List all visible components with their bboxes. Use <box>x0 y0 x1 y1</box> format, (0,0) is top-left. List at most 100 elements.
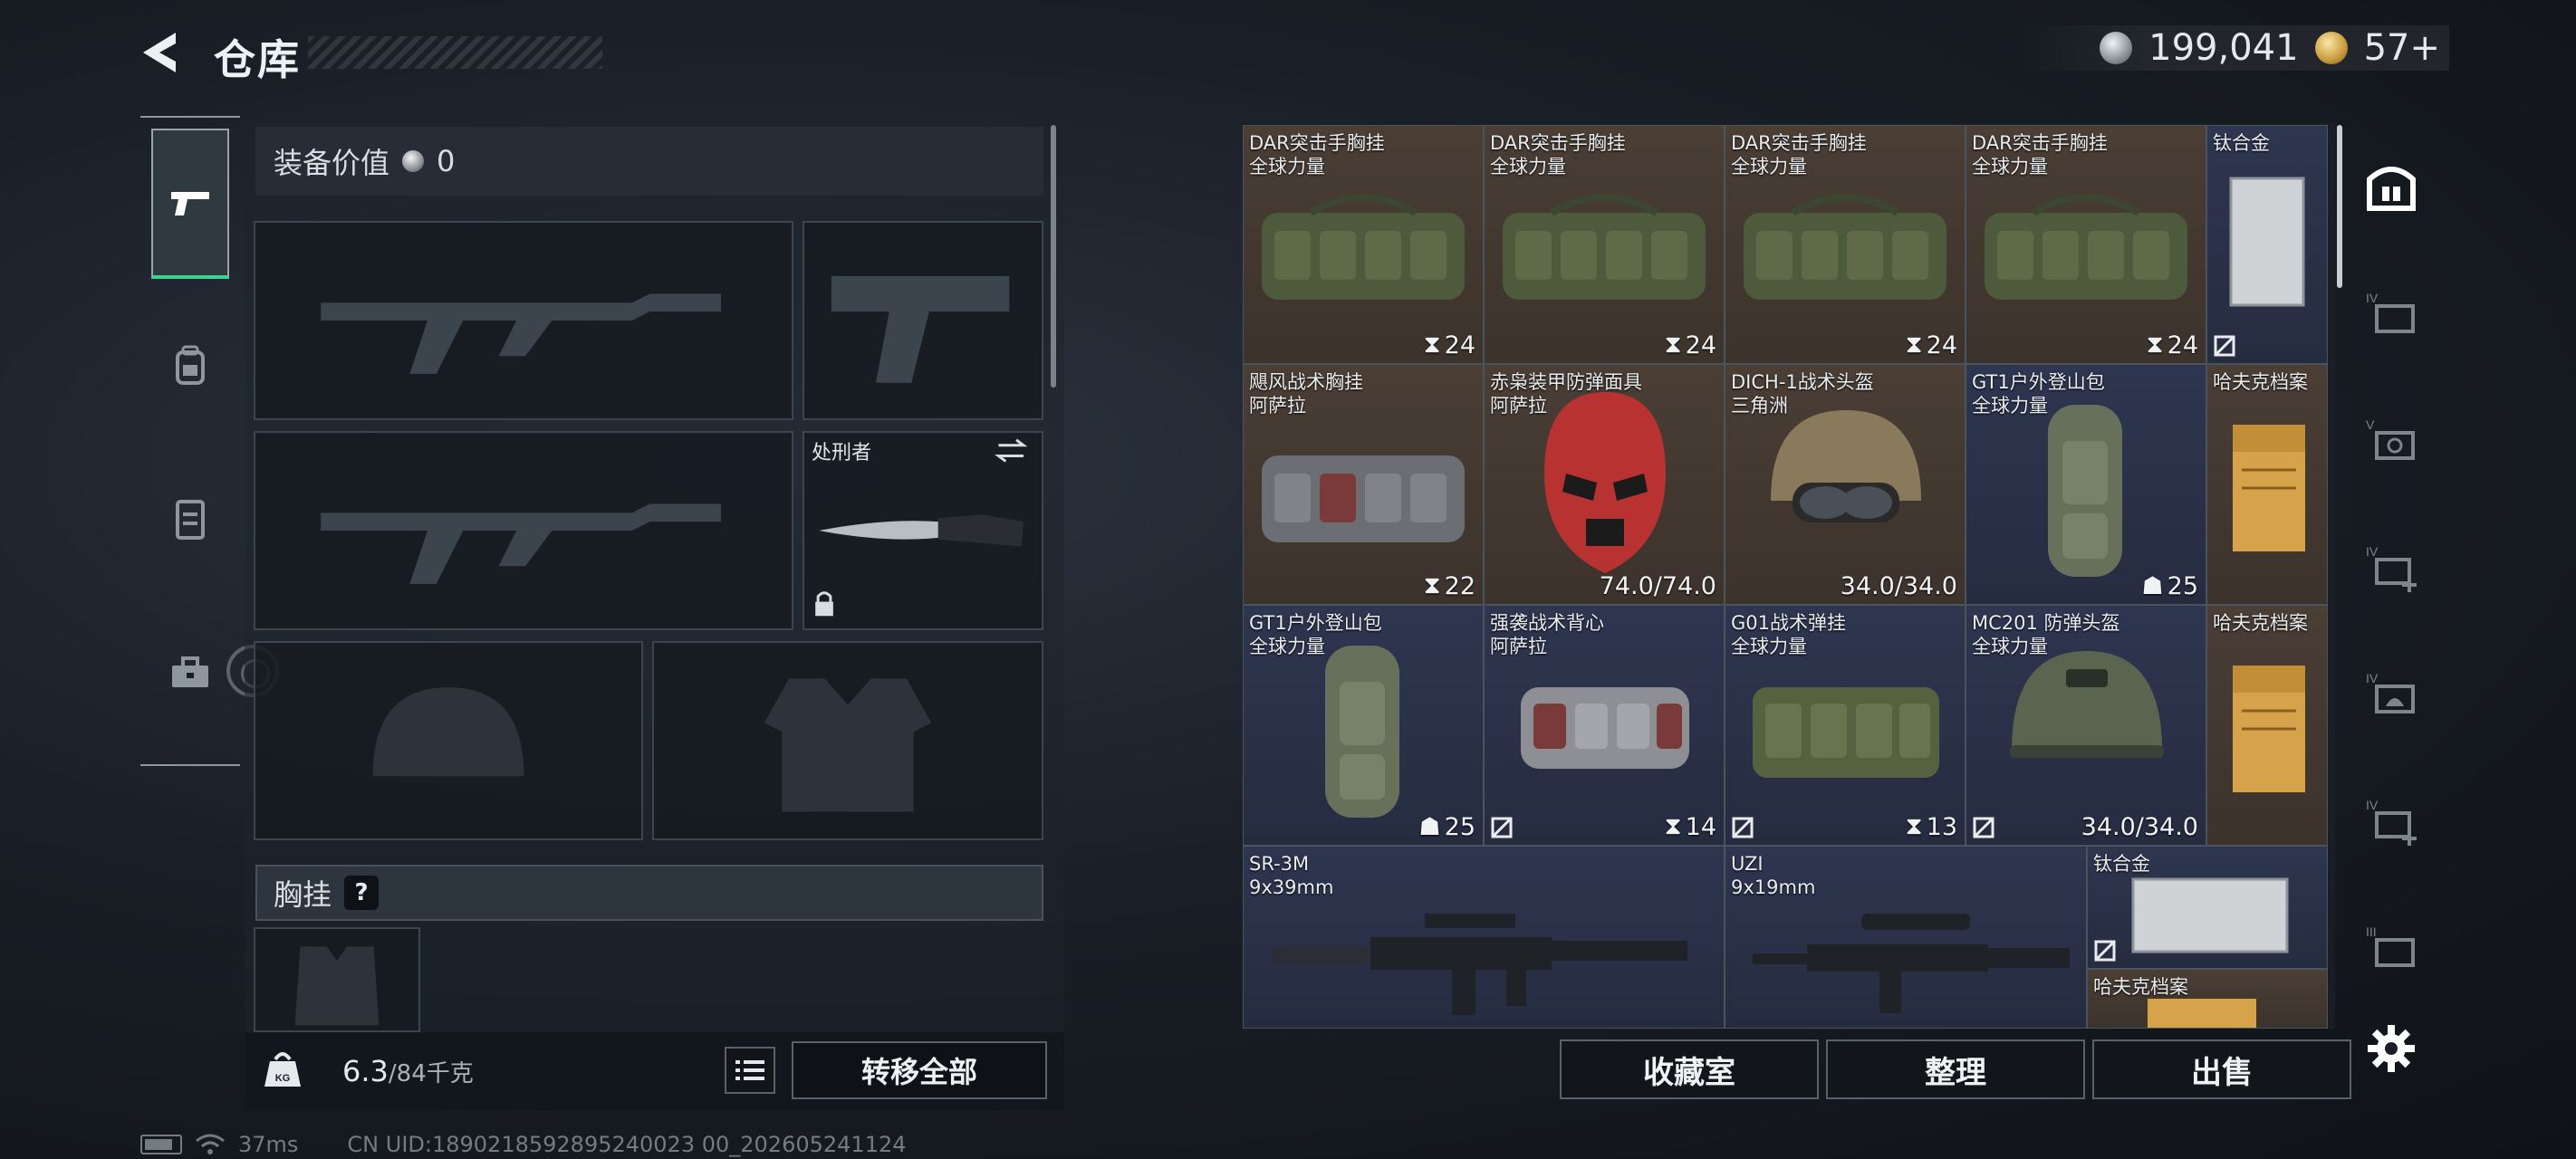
tier-iv-add-icon: IV <box>2366 544 2417 592</box>
weight-max: /84千克 <box>388 1060 474 1087</box>
item-cell[interactable]: 钛合金 <box>2206 125 2328 364</box>
item-durability: 74.0/74.0 <box>1599 572 1716 600</box>
transfer-all-button[interactable]: 转移全部 <box>792 1041 1047 1099</box>
status-bar: 37ms CN UID:1890218592895240023 00_20260… <box>140 1132 907 1157</box>
tier-iv-case-icon: IV <box>2366 291 2415 333</box>
capacity-icon: ⧗ <box>1423 571 1441 599</box>
item-name: DAR突击手胸挂 <box>1731 132 1867 154</box>
item-cell[interactable]: DAR突击手胸挂 全球力量 ⧗ 24 <box>1966 125 2206 364</box>
item-count: 24 <box>1685 330 1716 359</box>
tier-iv-helmet-icon: IV <box>2366 671 2415 714</box>
item-faction: 全球力量 <box>1249 636 1325 657</box>
item-name: DAR突击手胸挂 <box>1490 132 1626 154</box>
item-faction: 阿萨拉 <box>1249 395 1306 417</box>
tab-all[interactable] <box>2364 159 2418 214</box>
tab-storage-iii[interactable]: III <box>2364 920 2418 974</box>
category-nav <box>140 116 240 766</box>
capacity-icon: ⧗ <box>1664 330 1682 359</box>
smg-uzi-icon <box>1753 914 2070 1013</box>
item-name: SR-3M <box>1249 853 1310 875</box>
nav-weapons[interactable] <box>151 129 229 279</box>
vest-icon <box>176 500 205 540</box>
gold-balance[interactable]: 57+ <box>2364 27 2440 69</box>
list-view-button[interactable] <box>725 1047 775 1094</box>
item-cell[interactable]: MC201 防弹头盔 全球力量 34.0/34.0 <box>1966 605 2206 846</box>
item-faction: 阿萨拉 <box>1490 395 1547 417</box>
nav-tools[interactable] <box>151 598 229 748</box>
tab-storage-iv-a[interactable]: IV <box>2364 286 2418 340</box>
svg-text:IV: IV <box>2366 291 2379 305</box>
chest-rig-bag-icon <box>1262 194 1465 300</box>
helmet-slot[interactable] <box>254 641 643 840</box>
chest-rig-header: 胸挂 ? <box>255 865 1043 921</box>
titanium-plate-icon <box>2131 877 2289 953</box>
help-icon[interactable]: ? <box>344 876 380 910</box>
item-name: 强袭战术背心 <box>1490 612 1604 634</box>
no-pickup-icon <box>1973 817 1994 838</box>
weight-current: 6.3 <box>342 1054 389 1088</box>
item-name: DAR突击手胸挂 <box>1972 132 2108 154</box>
home-icon <box>2367 167 2416 211</box>
item-cell[interactable]: DICH-1战术头盔 三角洲 34.0/34.0 <box>1725 364 1966 605</box>
back-button[interactable] <box>136 25 190 80</box>
item-cell[interactable]: 哈夫克档案 <box>2206 364 2328 605</box>
sell-button[interactable]: 出售 <box>2092 1039 2351 1099</box>
item-name: GT1户外登山包 <box>1249 612 1382 634</box>
secondary-weapon-slot[interactable] <box>254 431 793 630</box>
equipment-value-amount: 0 <box>437 144 456 178</box>
collection-room-button[interactable]: 收藏室 <box>1560 1039 1819 1099</box>
item-cell[interactable]: UZI 9x19mm <box>1725 846 2087 1029</box>
item-cell[interactable]: 哈夫克档案 <box>2087 969 2328 1029</box>
chest-rig-bag-icon <box>1503 194 1706 300</box>
item-cell[interactable]: DAR突击手胸挂 全球力量 ⧗ 24 <box>1484 125 1725 364</box>
nav-backpack[interactable] <box>151 290 229 440</box>
equipment-scrollbar[interactable] <box>1051 125 1056 388</box>
list-icon <box>735 1060 764 1080</box>
toolbox-icon <box>172 656 208 687</box>
assault-vest-icon <box>1521 687 1689 769</box>
titanium-plate-icon <box>2229 177 2305 307</box>
ping: 37ms <box>238 1132 299 1157</box>
swap-icon[interactable] <box>995 438 1028 463</box>
body-armor-slot[interactable] <box>652 641 1043 840</box>
item-name: GT1户外登山包 <box>1972 371 2105 393</box>
tier-iv-plus-icon: IV <box>2366 798 2417 846</box>
warehouse-scrollbar[interactable] <box>2337 125 2342 288</box>
item-cell[interactable]: 钛合金 <box>2087 846 2328 969</box>
item-faction: 9x19mm <box>1731 876 1816 898</box>
melee-slot[interactable]: 处刑者 <box>803 431 1043 630</box>
carry-weight: 6.3/84千克 <box>342 1054 474 1088</box>
item-cell[interactable]: DAR突击手胸挂 全球力量 ⧗ 24 <box>1725 125 1966 364</box>
tab-storage-iv-b[interactable]: IV <box>2364 540 2418 594</box>
backpack-icon <box>176 345 205 385</box>
item-cell[interactable]: DAR突击手胸挂 全球力量 ⧗ 24 <box>1243 125 1484 364</box>
item-cell[interactable]: 强袭战术背心 阿萨拉 ⧗ 14 <box>1484 605 1725 846</box>
item-faction: 全球力量 <box>1490 156 1566 177</box>
tab-storage-iv-c[interactable]: IV <box>2364 666 2418 721</box>
item-cell[interactable]: GT1户外登山包 全球力量 ☗ 25 <box>1243 605 1484 846</box>
sidearm-slot[interactable] <box>803 221 1043 420</box>
tactical-helmet-icon <box>1771 410 1921 522</box>
warehouse-grid: DAR突击手胸挂 全球力量 ⧗ 24 DAR突击手胸挂 全球力量 ⧗ 24 DAR突击手… <box>1243 123 2335 1029</box>
svg-text:V: V <box>2366 417 2375 432</box>
item-cell[interactable]: GT1户外登山包 全球力量 ☗ 25 <box>1966 364 2206 605</box>
primary-weapon-slot[interactable] <box>254 221 793 420</box>
page-title: 仓库 <box>214 35 301 84</box>
nav-armor[interactable] <box>151 444 229 594</box>
tab-storage-iv-d[interactable]: IV <box>2364 793 2418 848</box>
item-cell[interactable]: 哈夫克档案 <box>2206 605 2328 846</box>
capacity-icon: ⧗ <box>2146 330 2164 359</box>
item-cell[interactable]: SR-3M 9x39mm <box>1243 846 1725 1029</box>
settings-button[interactable] <box>2366 1023 2417 1074</box>
warehouse-tabs: IV V IV IV IV III <box>2348 123 2435 1029</box>
item-name: 哈夫克档案 <box>2213 612 2308 634</box>
tier-iii-case-icon: III <box>2366 924 2415 967</box>
chest-rig-slot[interactable] <box>254 927 420 1032</box>
chest-rig-bag-icon <box>1262 455 1465 542</box>
tab-storage-v[interactable]: V <box>2364 413 2418 467</box>
item-cell[interactable]: 飓风战术胸挂 阿萨拉 ⧗ 22 <box>1243 364 1484 605</box>
organize-button[interactable]: 整理 <box>1826 1039 2085 1099</box>
item-faction: 全球力量 <box>1972 636 2048 657</box>
item-cell[interactable]: G01战术弹挂 全球力量 ⧗ 13 <box>1725 605 1966 846</box>
item-cell[interactable]: 赤枭装甲防弹面具 阿萨拉 74.0/74.0 <box>1484 364 1725 605</box>
